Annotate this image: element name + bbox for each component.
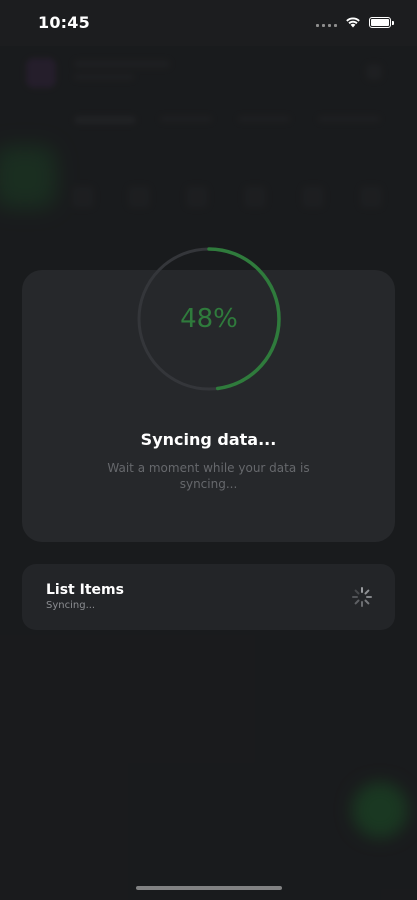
sync-title: Syncing data... — [140, 430, 277, 449]
sync-description: Wait a moment while your data is syncing… — [107, 461, 310, 491]
home-indicator — [136, 886, 282, 890]
list-items-title: List Items — [46, 582, 124, 598]
status-icons — [316, 16, 394, 28]
progress-percent: 48% — [180, 304, 238, 334]
status-time: 10:45 — [38, 13, 90, 32]
loading-spinner-icon — [352, 587, 372, 607]
wifi-icon — [346, 17, 360, 28]
list-items-status: Syncing... — [46, 600, 96, 611]
battery-icon — [369, 16, 394, 28]
status-bar: 10:45 — [0, 0, 417, 46]
cellular-signal-icon — [316, 17, 337, 27]
